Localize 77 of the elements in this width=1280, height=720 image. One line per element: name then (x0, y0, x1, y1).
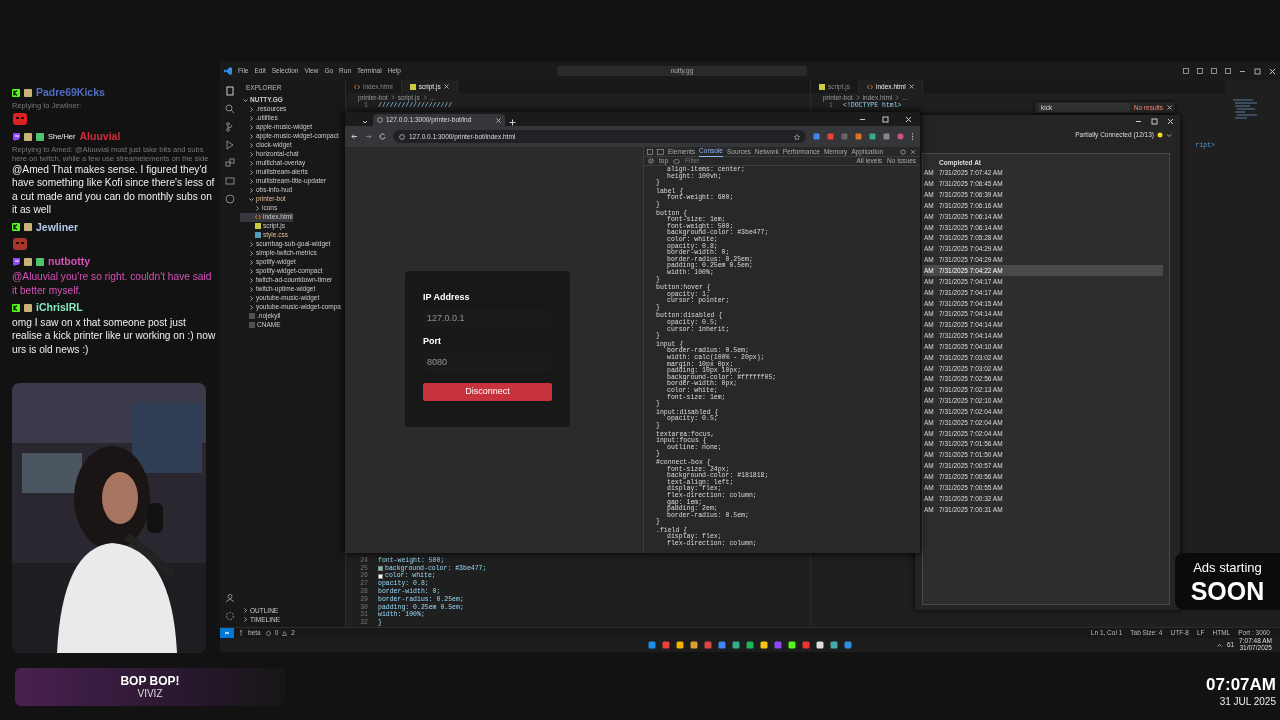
layout-icon[interactable] (1225, 68, 1231, 74)
maximize-icon[interactable] (882, 115, 889, 123)
eye-icon[interactable] (673, 158, 681, 164)
code-file-icon (867, 83, 874, 90)
close-icon[interactable] (443, 84, 449, 89)
close-icon[interactable] (908, 84, 914, 89)
chevron-icon (895, 95, 900, 100)
username: Jewliner (36, 219, 79, 235)
color-swatch[interactable] (378, 566, 383, 572)
style-file-icon (255, 232, 261, 239)
profile-icon[interactable] (897, 133, 904, 140)
account-icon[interactable] (225, 593, 235, 603)
badge-icon (24, 303, 32, 312)
run-icon[interactable] (225, 140, 235, 150)
song-artist: VIVIZ (137, 688, 163, 699)
chevron-icon[interactable] (1216, 642, 1222, 647)
layout-icon[interactable] (1197, 68, 1203, 74)
app-logo-icon (224, 67, 232, 75)
layout-icon[interactable] (1211, 68, 1217, 74)
close-icon[interactable] (496, 117, 501, 123)
close-icon[interactable] (1167, 105, 1172, 110)
search-icon[interactable] (225, 104, 235, 114)
star-icon[interactable] (794, 133, 800, 140)
clock-time: 07:07AM (1206, 676, 1276, 694)
clock-date: 31 JUL 2025 (1219, 695, 1276, 709)
reload-icon[interactable] (379, 133, 386, 140)
close-icon[interactable] (1269, 67, 1276, 75)
forward-icon[interactable] (365, 133, 372, 140)
color-swatch[interactable] (378, 573, 383, 579)
code-file-icon (255, 214, 261, 221)
new-tab-icon[interactable] (509, 119, 516, 126)
remote-button[interactable] (220, 628, 234, 638)
chat-message: omg I saw on x that someone post just realise a kick printer like ur working on :) now urs is old news :) (12, 315, 217, 357)
ads-label: Ads starting (1193, 559, 1262, 578)
branch-icon (239, 630, 244, 636)
maximize-icon[interactable] (1151, 117, 1158, 125)
username: Padre69Kicks (36, 85, 105, 100)
file-icon (249, 322, 255, 329)
close-icon[interactable] (905, 115, 912, 123)
device-icon[interactable] (657, 148, 664, 155)
chevron-icon (422, 95, 427, 100)
chevron-icon (390, 95, 395, 100)
monitor-icon[interactable] (225, 176, 235, 186)
warning-icon (282, 630, 288, 636)
maximize-icon[interactable] (1254, 67, 1261, 75)
inspect-icon[interactable] (647, 148, 653, 155)
close-icon[interactable] (1167, 117, 1174, 125)
extensions-icon[interactable] (225, 158, 235, 168)
code-file-icon (354, 83, 360, 90)
branch-icon[interactable] (225, 122, 235, 132)
more-icon[interactable] (911, 133, 914, 140)
username: Aluuvial (79, 128, 121, 144)
chevron-icon[interactable] (361, 118, 369, 126)
song-title: BOP BOP! (120, 675, 180, 688)
disconnect-button[interactable]: Disconnect (423, 383, 552, 401)
badge-icon (24, 223, 32, 232)
ads-countdown-label: SOON (1190, 577, 1265, 605)
username: nutbotty (48, 254, 90, 270)
layout-icon[interactable] (1183, 68, 1189, 74)
chevron-icon (855, 95, 860, 100)
chat-message: @Amed That makes sense. I figured they'd have something like Kofi since there's less of a cut made and you can do monthly subs on it as well (12, 162, 216, 217)
globe-icon[interactable] (225, 194, 235, 204)
remote-icon (224, 630, 230, 636)
file-icon (249, 313, 255, 320)
clear-icon[interactable] (648, 158, 654, 164)
error-icon (265, 630, 271, 636)
globe-icon (377, 117, 383, 123)
badge-icon (24, 88, 32, 97)
files-icon[interactable] (225, 86, 235, 96)
back-icon[interactable] (351, 133, 358, 140)
field-label: IP Address (423, 291, 471, 304)
username: iChrisIRL (36, 300, 83, 315)
script-file-icon (409, 83, 416, 90)
script-file-icon (819, 83, 825, 90)
script-file-icon (255, 223, 261, 230)
field-label: Port (423, 335, 442, 348)
chat-message: @Aluuvial you're so right. couldn't have said it better myself. (12, 270, 213, 297)
